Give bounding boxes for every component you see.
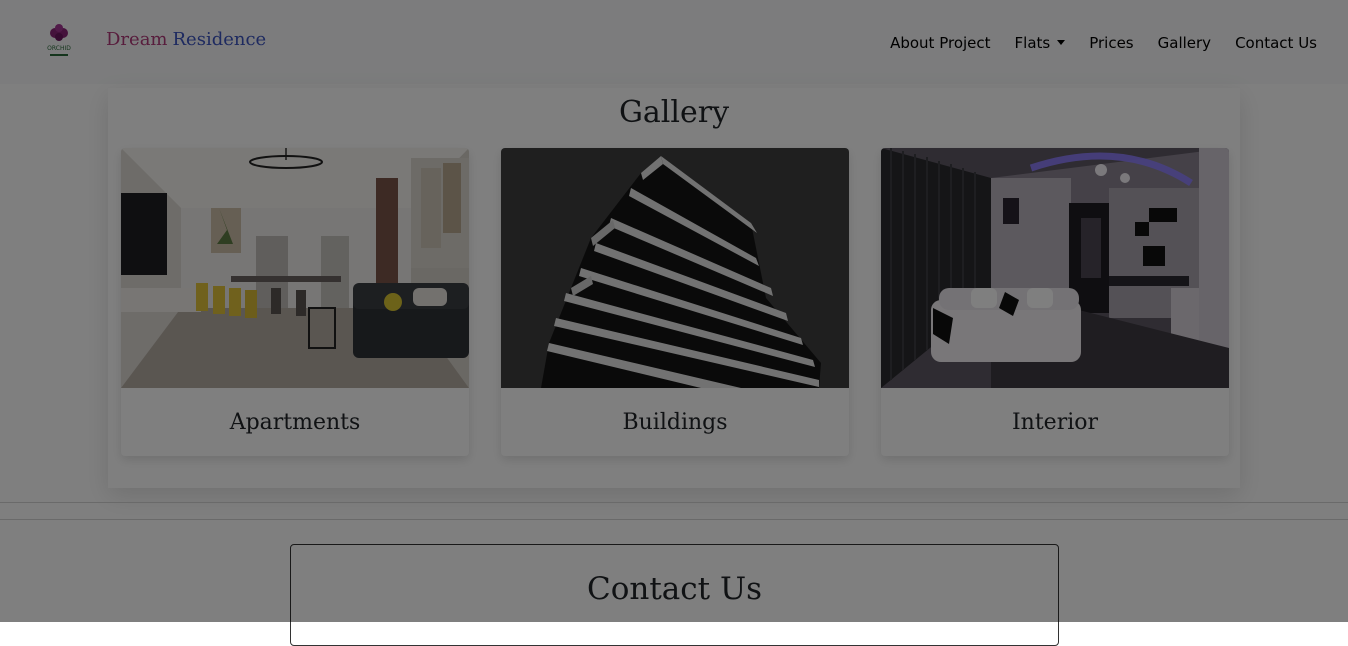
- modal-backdrop[interactable]: [0, 0, 1348, 622]
